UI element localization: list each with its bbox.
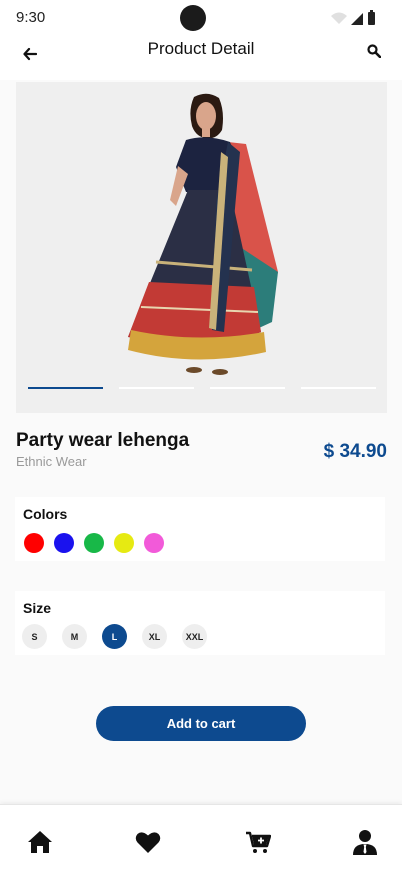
carousel-indicators — [28, 387, 376, 390]
add-to-cart-button[interactable]: Add to cart — [96, 706, 306, 741]
product-image-carousel[interactable] — [16, 82, 387, 413]
search-button[interactable] — [362, 39, 386, 63]
carousel-indicator[interactable] — [119, 387, 194, 389]
carousel-indicator[interactable] — [301, 387, 376, 389]
status-time: 9:30 — [16, 9, 46, 26]
size-card: Size S M L XL XXL — [15, 591, 385, 655]
bottom-nav — [0, 804, 402, 874]
color-swatches — [24, 533, 164, 553]
search-icon — [367, 44, 381, 58]
camera-cutout — [180, 5, 206, 31]
size-options: S M L XL XXL — [22, 624, 207, 649]
colors-title: Colors — [23, 506, 68, 522]
app-bar: Product Detail — [0, 36, 402, 80]
color-swatch-red[interactable] — [24, 533, 44, 553]
color-swatch-pink[interactable] — [144, 533, 164, 553]
product-price: $ 34.90 — [323, 441, 387, 462]
color-swatch-green[interactable] — [84, 533, 104, 553]
size-option-xl[interactable]: XL — [142, 624, 167, 649]
carousel-indicator[interactable] — [28, 387, 103, 389]
size-option-m[interactable]: M — [62, 624, 87, 649]
color-swatch-blue[interactable] — [54, 533, 74, 553]
product-image — [128, 93, 278, 375]
cart-add-icon — [246, 831, 271, 853]
size-option-xxl[interactable]: XXL — [182, 624, 207, 649]
home-icon — [28, 831, 52, 853]
nav-profile[interactable] — [350, 827, 380, 857]
carousel-indicator[interactable] — [210, 387, 285, 389]
user-icon — [353, 830, 377, 855]
product-name: Party wear lehenga — [16, 430, 190, 451]
size-title: Size — [23, 600, 52, 616]
page-title: Product Detail — [147, 39, 255, 58]
status-icons — [331, 10, 375, 25]
colors-card: Colors — [15, 497, 385, 561]
status-bar: 9:30 — [0, 0, 402, 36]
nav-home[interactable] — [25, 827, 55, 857]
nav-favorites[interactable] — [133, 827, 163, 857]
color-swatch-yellow[interactable] — [114, 533, 134, 553]
size-option-l[interactable]: L — [102, 624, 127, 649]
heart-icon — [135, 832, 161, 853]
size-option-s[interactable]: S — [22, 624, 47, 649]
nav-cart[interactable] — [243, 827, 273, 857]
product-category: Ethnic Wear — [16, 454, 87, 469]
